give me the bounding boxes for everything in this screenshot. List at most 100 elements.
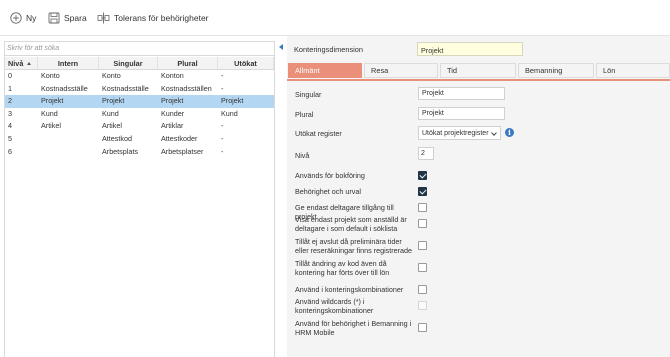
tab-salary[interactable]: Lön <box>596 63 670 78</box>
cell-internal: Konto <box>41 71 60 80</box>
table-row[interactable]: 0 Konto Konto Konton - <box>5 70 274 83</box>
table-row[interactable]: 5 Attestkod Attestkoder - <box>5 133 274 146</box>
cell-singular: Arbetsplats <box>102 146 138 156</box>
table-row[interactable]: 4 Artikel Artikel Artiklar - <box>5 120 274 133</box>
cell-plural: Kunder <box>161 108 185 118</box>
column-header-singular[interactable]: Singular <box>99 57 158 69</box>
sort-ascending-icon <box>27 62 32 65</box>
tab-underline <box>287 79 670 81</box>
option-checkbox[interactable] <box>418 171 427 180</box>
option-label: Behörighet och urval <box>295 187 361 196</box>
option-label: Använd wildcards (*) i konteringskombina… <box>295 297 374 315</box>
extended-register-value: Utökat projektregister <box>422 130 489 137</box>
dimension-list-panel: Skriv för att söka Nivå Intern Singular … <box>4 41 275 357</box>
detail-panel: Konteringsdimension Projekt Allmänt Resa… <box>287 36 670 357</box>
cell-singular: Kund <box>102 108 119 118</box>
save-button[interactable]: Spara <box>44 7 91 29</box>
tolerance-icon <box>97 12 110 24</box>
cell-singular: Projekt <box>102 96 125 106</box>
column-header-extended[interactable]: Utökat <box>218 57 274 69</box>
option-checkbox[interactable] <box>418 241 427 250</box>
level-label: Nivå <box>295 151 310 160</box>
option-label: Tillåt ej avslut då preliminära tider el… <box>295 237 413 255</box>
option-checkbox[interactable] <box>418 187 427 196</box>
tab-general[interactable]: Allmänt <box>288 63 362 78</box>
table-row[interactable]: 2 Projekt Projekt Projekt Projekt <box>5 95 274 108</box>
cell-level: 0 <box>8 71 12 80</box>
option-checkbox[interactable] <box>418 263 427 272</box>
cell-internal: Kostnadsställe <box>41 83 88 93</box>
option-label: Tillåt ändring av kod även då kontering … <box>295 259 390 277</box>
toolbar: Ny Spara Tolerans för behörigheter <box>0 0 670 36</box>
tab-time[interactable]: Tid <box>440 63 516 78</box>
grid-body: 0 Konto Konto Konton - 1 Kostnadsställe Kostnad… <box>5 70 274 158</box>
option-checkbox[interactable] <box>418 323 427 332</box>
table-row[interactable]: 3 Kund Kund Kunder Kund <box>5 108 274 121</box>
cell-plural: Kostnadsställen <box>161 83 212 93</box>
tab-staffing[interactable]: Bemanning <box>518 63 594 78</box>
cell-internal: Projekt <box>41 96 64 106</box>
cell-singular: Artikel <box>102 121 122 131</box>
cell-singular: Konto <box>102 71 121 80</box>
cell-level: 5 <box>8 133 12 143</box>
floppy-disk-icon <box>48 12 60 24</box>
level-input[interactable]: 2 <box>418 147 434 160</box>
option-checkbox <box>418 301 427 310</box>
new-button[interactable]: Ny <box>6 7 40 29</box>
plus-circle-icon <box>10 12 22 24</box>
cell-plural: Artiklar <box>161 121 184 131</box>
grid-header: Nivå Intern Singular Plural Utökat <box>5 57 274 70</box>
dimension-grid: Nivå Intern Singular Plural Utökat 0 Kont… <box>5 57 274 158</box>
extended-register-select[interactable]: Utökat projektregister <box>418 126 501 140</box>
dimension-field[interactable]: Projekt <box>417 42 523 56</box>
option-checkbox[interactable] <box>418 219 427 228</box>
cell-extended: - <box>221 71 224 80</box>
table-row[interactable]: 6 Arbetsplats Arbetsplatser - <box>5 146 274 159</box>
cell-extended: - <box>221 146 224 156</box>
table-row[interactable]: 1 Kostnadsställe Kostnadsställe Kostnadsstä… <box>5 83 274 96</box>
plural-input[interactable]: Projekt <box>418 107 505 120</box>
tolerance-permissions-label: Tolerans för behörigheter <box>114 13 209 23</box>
search-input[interactable]: Skriv för att söka <box>5 42 274 56</box>
column-header-plural[interactable]: Plural <box>158 57 218 69</box>
cell-extended: - <box>221 121 224 131</box>
detail-tabs: Allmänt Resa Tid Bemanning Lön <box>287 63 670 79</box>
collapse-panel-arrow-icon[interactable] <box>279 44 283 50</box>
cell-plural: Konton <box>161 71 184 80</box>
dimension-label: Konteringsdimension <box>294 45 364 54</box>
singular-input[interactable]: Projekt <box>418 87 505 100</box>
option-checkbox[interactable] <box>418 203 427 212</box>
info-icon[interactable]: i <box>505 128 514 137</box>
option-label: Använd i konteringskombinationer <box>295 285 404 294</box>
option-label: Visa endast projekt som anställd är delt… <box>295 215 407 233</box>
tolerance-permissions-button[interactable]: Tolerans för behörigheter <box>93 7 213 29</box>
cell-extended: Kund <box>221 108 238 118</box>
cell-level: 6 <box>8 146 12 156</box>
cell-internal <box>38 133 99 146</box>
plural-label: Plural <box>295 110 314 119</box>
cell-internal: Kund <box>41 108 58 118</box>
option-checkbox[interactable] <box>418 285 427 294</box>
cell-plural: Attestkoder <box>161 133 198 143</box>
tab-travel[interactable]: Resa <box>364 63 438 78</box>
cell-level: 1 <box>8 83 12 93</box>
cell-internal: Artikel <box>41 121 61 131</box>
column-header-internal[interactable]: Intern <box>38 57 99 69</box>
cell-level: 3 <box>8 108 12 118</box>
extended-register-label: Utökat register <box>295 129 342 138</box>
cell-plural: Projekt <box>161 96 184 106</box>
cell-plural: Arbetsplatser <box>161 146 204 156</box>
cell-extended: Projekt <box>221 96 244 106</box>
cell-level: 2 <box>8 96 12 106</box>
cell-extended: - <box>221 133 224 143</box>
chevron-down-icon <box>491 130 497 136</box>
singular-label: Singular <box>295 90 322 99</box>
column-header-level-label: Nivå <box>8 59 24 68</box>
cell-internal <box>38 146 99 159</box>
column-header-level[interactable]: Nivå <box>5 57 38 69</box>
new-button-label: Ny <box>26 13 37 23</box>
option-label: Används för bokföring <box>295 171 365 180</box>
cell-level: 4 <box>8 121 12 131</box>
cell-singular: Attestkod <box>102 133 132 143</box>
cell-extended: - <box>221 83 224 93</box>
